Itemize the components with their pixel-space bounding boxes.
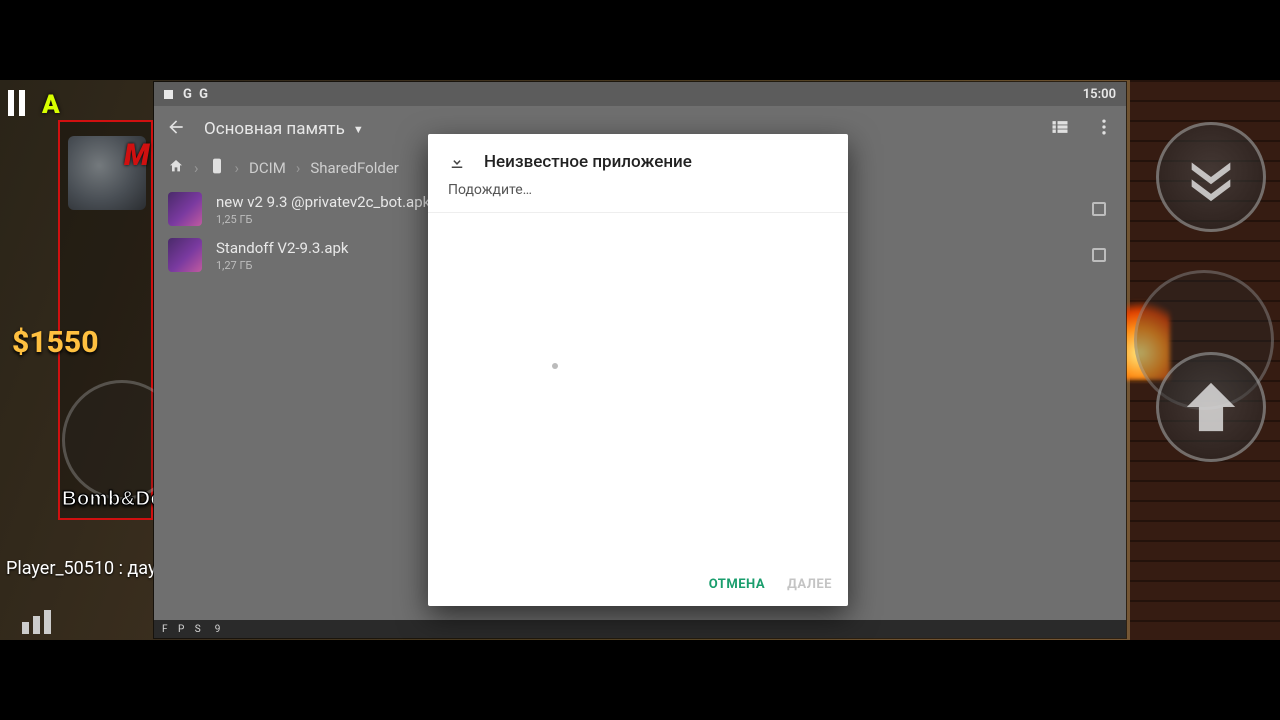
apk-icon <box>168 238 202 272</box>
jump-button[interactable] <box>1156 352 1266 462</box>
file-name: Standoff V2-9.3.apk <box>216 239 349 257</box>
fps-label: F P S <box>162 624 205 635</box>
file-name: new v2 9.3 @privatev2c_bot.apk <box>216 193 430 211</box>
money-display: $1550 <box>12 325 99 360</box>
breadcrumb-sep: › <box>296 159 301 177</box>
cancel-button[interactable]: ОТМЕНА <box>709 577 765 592</box>
breadcrumb-device[interactable] <box>209 158 225 178</box>
letterbox-bottom <box>0 640 1280 720</box>
caret-down-icon: ▼ <box>353 123 364 136</box>
phone-icon <box>209 158 225 174</box>
letterbox-top <box>0 0 1280 80</box>
file-manager-footer: F P S 9 <box>154 620 1126 638</box>
breadcrumb-sep: › <box>194 159 199 177</box>
download-icon <box>448 153 466 171</box>
breadcrumb-home[interactable] <box>168 158 184 178</box>
pause-button[interactable] <box>8 90 30 116</box>
file-size: 1,27 ГБ <box>216 259 349 272</box>
dialog-subtitle: Подождите… <box>428 178 848 213</box>
file-checkbox[interactable] <box>1092 202 1106 216</box>
m-label: M <box>124 138 150 173</box>
back-button[interactable] <box>166 117 186 141</box>
file-size: 1,25 ГБ <box>216 213 430 226</box>
next-button: ДАЛЕЕ <box>787 577 832 592</box>
fps-value: 9 <box>215 624 222 635</box>
statusbar-time: 15:00 <box>1083 87 1116 102</box>
crouch-button[interactable] <box>1156 122 1266 232</box>
list-view-icon <box>1050 117 1070 137</box>
dialog-actions: ОТМЕНА ДАЛЕЕ <box>428 567 848 606</box>
android-statusbar: G G 15:00 <box>154 82 1126 106</box>
spinner-icon <box>552 363 558 369</box>
apk-icon <box>168 192 202 226</box>
arrow-up-icon <box>1182 378 1240 436</box>
statusbar-apps: G G <box>183 87 210 102</box>
breadcrumb-sep: › <box>235 159 240 177</box>
dialog-body <box>428 213 848 567</box>
overflow-menu-button[interactable] <box>1094 117 1114 141</box>
view-toggle-button[interactable] <box>1050 117 1070 141</box>
home-icon <box>168 158 184 174</box>
notification-icon <box>164 90 173 99</box>
dialog-title: Неизвестное приложение <box>484 152 692 172</box>
stats-button[interactable] <box>22 608 58 634</box>
chevron-down-icon <box>1182 148 1240 206</box>
install-dialog: Неизвестное приложение Подождите… ОТМЕНА… <box>428 134 848 606</box>
storage-dropdown[interactable]: Основная память ▼ <box>204 119 364 139</box>
site-a-label: A <box>42 90 60 120</box>
arrow-left-icon <box>166 117 186 137</box>
breadcrumb-dcim[interactable]: DCIM <box>249 159 286 177</box>
storage-title: Основная память <box>204 119 345 139</box>
chat-line: Player_50510 : дау <box>6 558 156 579</box>
file-checkbox[interactable] <box>1092 248 1106 262</box>
more-vert-icon <box>1094 117 1114 137</box>
breadcrumb-sharedfolder[interactable]: SharedFolder <box>310 159 399 177</box>
